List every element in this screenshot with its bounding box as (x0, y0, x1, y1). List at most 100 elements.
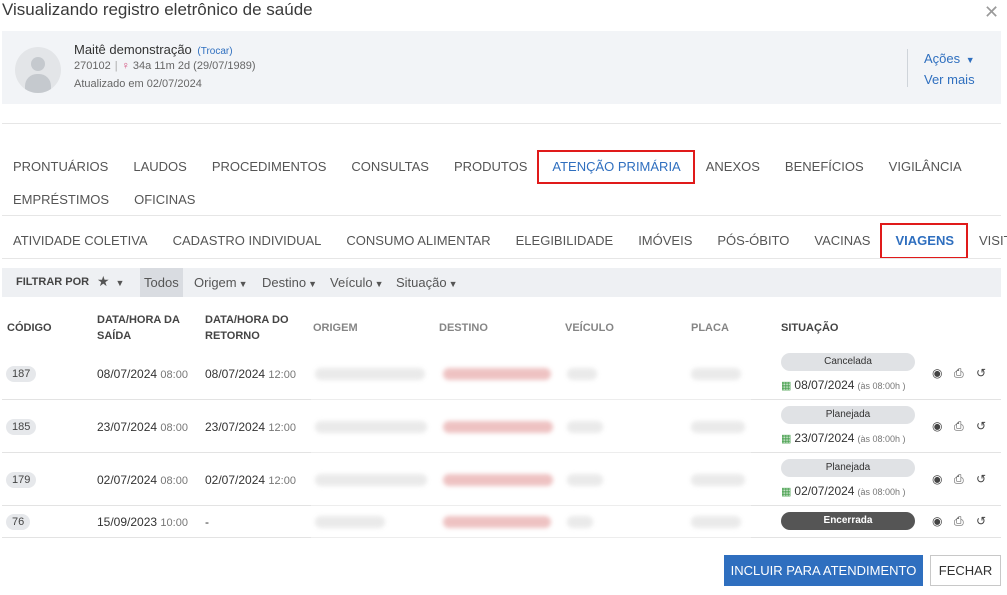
eye-icon[interactable]: ◉ (932, 514, 954, 528)
actions-dropdown[interactable]: Ações ▼ (924, 49, 975, 70)
filter-label: FILTRAR POR (16, 276, 90, 288)
filter-vehicle[interactable]: Veículo ▼ (326, 268, 388, 297)
filter-all[interactable]: Todos (140, 268, 183, 297)
row-destination-blurred (443, 421, 553, 433)
tab-procedimentos[interactable]: PROCEDIMENTOS (199, 150, 339, 183)
history-icon[interactable]: ↺ (976, 514, 998, 528)
row-return: - (205, 515, 209, 529)
history-icon[interactable]: ↺ (976, 472, 998, 486)
row-destination-blurred (443, 368, 551, 380)
favorites-filter[interactable]: ★ ▼ (97, 273, 124, 290)
row-vehicle-blurred (567, 474, 603, 486)
patient-name-text: Maitê demonstração (74, 42, 192, 57)
eye-icon[interactable]: ◉ (932, 472, 954, 486)
tab-vacinas[interactable]: VACINAS (801, 225, 882, 257)
filter-status[interactable]: Situação ▼ (392, 268, 462, 297)
patient-actions: Ações ▼ Ver mais (907, 49, 975, 87)
patient-name: Maitê demonstração (Trocar) (74, 42, 233, 57)
tab-elegibilidade[interactable]: ELEGIBILIDADE (503, 225, 626, 257)
tab-prontuarios[interactable]: PRONTUÁRIOS (0, 150, 120, 183)
history-icon[interactable]: ↺ (976, 419, 998, 433)
header-status: SITUAÇÃO (781, 322, 839, 334)
header-origin: ORIGEM (313, 322, 358, 334)
row-return: 08/07/2024 12:00 (205, 367, 296, 381)
female-icon: ♀ (121, 60, 130, 72)
print-icon[interactable]: ⎙ (954, 514, 976, 529)
print-icon[interactable]: ⎙ (954, 472, 976, 487)
see-more-link[interactable]: Ver mais (924, 70, 975, 89)
star-icon: ★ (97, 273, 110, 289)
tab-imoveis[interactable]: IMÓVEIS (625, 225, 704, 257)
row-departure: 15/09/2023 10:00 (97, 515, 188, 529)
print-icon[interactable]: ⎙ (954, 419, 976, 434)
patient-info: 270102 | ♀ 34a 11m 2d (29/07/1989) (74, 60, 256, 72)
status-date: ▦ 08/07/2024 (às 08:00h ) (781, 378, 906, 392)
tab-oficinas[interactable]: OFICINAS (121, 183, 207, 216)
tab-consumo-alimentar[interactable]: CONSUMO ALIMENTAR (333, 225, 502, 257)
patient-updated: Atualizado em 02/07/2024 (74, 78, 202, 90)
tab-beneficios[interactable]: BENEFÍCIOS (772, 150, 876, 183)
close-button[interactable]: FECHAR (930, 555, 1001, 586)
header-destination: DESTINO (439, 322, 488, 334)
print-icon[interactable]: ⎙ (954, 366, 976, 381)
include-for-care-button[interactable]: INCLUIR PARA ATENDIMENTO (724, 555, 923, 586)
header-code: CÓDIGO (7, 322, 52, 334)
filter-origin[interactable]: Origem ▼ (190, 268, 252, 297)
eye-icon[interactable]: ◉ (932, 366, 954, 380)
tab-visitas[interactable]: VISITAS (966, 225, 1007, 257)
calendar-icon: ▦ (781, 380, 792, 392)
tab-cadastro-individual[interactable]: CADASTRO INDIVIDUAL (160, 225, 334, 257)
tab-emprestimos[interactable]: EMPRÉSTIMOS (0, 183, 121, 216)
row-origin-blurred (315, 516, 385, 528)
header-departure: DATA/HORA DA SAÍDA (97, 314, 180, 342)
avatar (15, 47, 61, 93)
row-code: 185 (6, 419, 37, 435)
tab-viagens[interactable]: VIAGENS (880, 223, 968, 259)
filter-bar: FILTRAR POR ★ ▼ Todos Origem ▼ Destino ▼ V… (2, 268, 1001, 297)
row-plate-blurred (691, 474, 745, 486)
eye-icon[interactable]: ◉ (932, 419, 954, 433)
switch-patient-link[interactable]: (Trocar) (197, 46, 232, 57)
chevron-down-icon: ▼ (965, 55, 975, 65)
row-vehicle-blurred (567, 421, 603, 433)
status-badge: Cancelada (781, 353, 915, 371)
close-icon[interactable]: ✕ (984, 2, 999, 23)
header-plate: PLACA (691, 322, 729, 334)
status-badge: Encerrada (781, 512, 915, 530)
chevron-down-icon: ▼ (238, 279, 248, 289)
tab-atividade-coletiva[interactable]: ATIVIDADE COLETIVA (0, 225, 160, 257)
status-date: ▦ 02/07/2024 (às 08:00h ) (781, 484, 906, 498)
tab-vigilancia[interactable]: VIGILÂNCIA (876, 150, 974, 183)
row-vehicle-blurred (567, 368, 597, 380)
row-destination-blurred (443, 474, 553, 486)
history-icon[interactable]: ↺ (976, 366, 998, 380)
tab-laudos[interactable]: LAUDOS (120, 150, 198, 183)
tab-anexos[interactable]: ANEXOS (693, 150, 772, 183)
header-vehicle: VEÍCULO (565, 322, 614, 334)
patient-age: 34a 11m 2d (29/07/1989) (132, 60, 256, 72)
patient-id: 270102 (74, 60, 111, 72)
calendar-icon: ▦ (781, 486, 792, 498)
tab-produtos[interactable]: PRODUTOS (441, 150, 539, 183)
chevron-down-icon: ▼ (374, 279, 384, 289)
row-origin-blurred (315, 421, 427, 433)
tab-consultas[interactable]: CONSULTAS (338, 150, 441, 183)
header-return: DATA/HORA DO RETORNO (205, 314, 289, 342)
row-departure: 08/07/2024 08:00 (97, 367, 188, 381)
row-return: 02/07/2024 12:00 (205, 473, 296, 487)
filter-destination[interactable]: Destino ▼ (258, 268, 321, 297)
row-departure: 23/07/2024 08:00 (97, 420, 188, 434)
row-departure: 02/07/2024 08:00 (97, 473, 188, 487)
tab-pos-obito[interactable]: PÓS-ÓBITO (704, 225, 801, 257)
calendar-icon: ▦ (781, 433, 792, 445)
row-plate-blurred (691, 421, 745, 433)
row-code: 179 (6, 472, 37, 488)
row-destination-blurred (443, 516, 551, 528)
row-plate-blurred (691, 368, 741, 380)
chevron-down-icon: ▼ (448, 279, 458, 289)
row-plate-blurred (691, 516, 741, 528)
chevron-down-icon: ▼ (115, 278, 125, 288)
sub-tabs: ATIVIDADE COLETIVA CADASTRO INDIVIDUAL CON… (0, 223, 1007, 259)
row-vehicle-blurred (567, 516, 593, 528)
tab-atencao-primaria[interactable]: ATENÇÃO PRIMÁRIA (537, 150, 695, 184)
